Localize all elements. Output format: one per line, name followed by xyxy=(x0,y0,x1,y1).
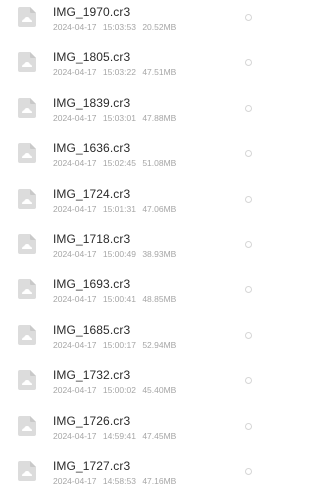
file-row[interactable]: IMG_1693.cr3 2024-04-17 15:00:41 48.85MB xyxy=(0,264,270,309)
file-date: 2024-04-17 xyxy=(53,158,97,169)
image-file-icon xyxy=(17,369,37,391)
file-date: 2024-04-17 xyxy=(53,475,97,486)
image-file-icon xyxy=(17,324,37,346)
file-time: 15:03:01 xyxy=(102,112,136,123)
file-name: IMG_1970.cr3 xyxy=(53,5,131,19)
file-name: IMG_1726.cr3 xyxy=(53,413,131,428)
file-row[interactable]: IMG_1727.cr3 2024-04-17 14:58:53 47.16MB xyxy=(0,446,270,491)
file-time: 15:02:45 xyxy=(102,158,136,169)
image-file-icon xyxy=(17,51,37,73)
file-size: 20.52MB xyxy=(142,22,177,32)
file-name: IMG_1724.cr3 xyxy=(53,186,131,201)
image-file-icon xyxy=(17,142,37,164)
file-meta: 2024-04-17 15:03:01 47.88MB xyxy=(53,113,176,123)
file-date: 2024-04-17 xyxy=(53,294,97,305)
file-name: IMG_1636.cr3 xyxy=(53,141,131,156)
file-row[interactable]: IMG_1732.cr3 2024-04-17 15:00:02 45.40MB xyxy=(0,355,270,400)
file-name: IMG_1732.cr3 xyxy=(53,368,131,383)
file-size: 47.51MB xyxy=(142,67,177,78)
file-name: IMG_1718.cr3 xyxy=(53,231,131,246)
file-name: IMG_1839.cr3 xyxy=(53,95,131,110)
file-date: 2024-04-17 xyxy=(53,22,97,32)
file-size: 47.88MB xyxy=(142,112,177,123)
select-checkbox[interactable] xyxy=(245,422,252,430)
file-row[interactable]: IMG_1718.cr3 2024-04-17 15:00:49 38.93MB xyxy=(0,219,270,264)
select-checkbox[interactable] xyxy=(245,467,252,475)
file-meta: 2024-04-17 15:00:41 48.85MB xyxy=(53,294,176,304)
file-row[interactable]: IMG_1636.cr3 2024-04-17 15:02:45 51.08MB xyxy=(0,128,270,173)
file-row[interactable]: IMG_1726.cr3 2024-04-17 14:59:41 47.45MB xyxy=(0,401,270,446)
file-date: 2024-04-17 xyxy=(53,203,97,214)
file-time: 15:00:41 xyxy=(102,294,136,305)
image-file-icon xyxy=(17,6,37,28)
select-checkbox[interactable] xyxy=(245,14,252,21)
file-row[interactable]: IMG_1805.cr3 2024-04-17 15:03:22 47.51MB xyxy=(0,37,270,82)
file-meta: 2024-04-17 15:01:31 47.06MB xyxy=(53,204,176,214)
file-meta: 2024-04-17 15:03:53 20.52MB xyxy=(53,22,176,32)
file-name: IMG_1805.cr3 xyxy=(53,50,131,65)
file-meta: 2024-04-17 15:00:02 45.40MB xyxy=(53,385,176,395)
file-meta: 2024-04-17 15:00:17 52.94MB xyxy=(53,340,176,350)
file-time: 15:00:49 xyxy=(102,248,136,259)
file-size: 52.94MB xyxy=(142,339,177,350)
select-checkbox[interactable] xyxy=(245,240,252,248)
image-file-icon xyxy=(17,188,37,210)
file-meta: 2024-04-17 15:02:45 51.08MB xyxy=(53,158,176,168)
file-row[interactable]: IMG_1970.cr3 2024-04-17 15:03:53 20.52MB xyxy=(0,0,270,37)
file-size: 47.45MB xyxy=(142,430,177,441)
file-date: 2024-04-17 xyxy=(53,248,97,259)
file-name: IMG_1685.cr3 xyxy=(53,322,131,337)
image-file-icon xyxy=(17,415,37,437)
file-meta: 2024-04-17 14:58:53 47.16MB xyxy=(53,476,176,486)
file-meta: 2024-04-17 15:00:49 38.93MB xyxy=(53,249,176,259)
file-meta: 2024-04-17 14:59:41 47.45MB xyxy=(53,431,176,441)
file-size: 51.08MB xyxy=(142,158,177,169)
file-row[interactable]: IMG_1839.cr3 2024-04-17 15:03:01 47.88MB xyxy=(0,83,270,128)
file-time: 15:00:02 xyxy=(102,385,136,396)
file-list: IMG_1970.cr3 2024-04-17 15:03:53 20.52MB… xyxy=(0,0,270,500)
select-checkbox[interactable] xyxy=(245,150,252,158)
image-file-icon xyxy=(17,233,37,255)
file-time: 15:03:53 xyxy=(102,22,136,32)
file-time: 15:01:31 xyxy=(102,203,136,214)
image-file-icon xyxy=(17,460,37,482)
file-date: 2024-04-17 xyxy=(53,112,97,123)
file-row[interactable]: IMG_1724.cr3 2024-04-17 15:01:31 47.06MB xyxy=(0,174,270,219)
file-size: 47.16MB xyxy=(142,475,177,486)
file-time: 14:59:41 xyxy=(102,430,136,441)
image-file-icon xyxy=(17,278,37,300)
file-meta: 2024-04-17 15:03:22 47.51MB xyxy=(53,67,176,77)
file-date: 2024-04-17 xyxy=(53,67,97,78)
select-checkbox[interactable] xyxy=(245,104,252,112)
select-checkbox[interactable] xyxy=(245,59,252,67)
image-file-icon xyxy=(17,97,37,119)
file-date: 2024-04-17 xyxy=(53,385,97,396)
file-name: IMG_1727.cr3 xyxy=(53,458,131,473)
file-size: 47.06MB xyxy=(142,203,177,214)
file-time: 15:03:22 xyxy=(102,67,136,78)
file-size: 38.93MB xyxy=(142,248,177,259)
select-checkbox[interactable] xyxy=(245,195,252,203)
file-date: 2024-04-17 xyxy=(53,430,97,441)
select-checkbox[interactable] xyxy=(245,286,252,294)
file-time: 14:58:53 xyxy=(102,475,136,486)
file-size: 45.40MB xyxy=(142,385,177,396)
file-row[interactable]: IMG_1685.cr3 2024-04-17 15:00:17 52.94MB xyxy=(0,310,270,355)
file-date: 2024-04-17 xyxy=(53,339,97,350)
select-checkbox[interactable] xyxy=(245,377,252,385)
select-checkbox[interactable] xyxy=(245,331,252,339)
file-time: 15:00:17 xyxy=(102,339,136,350)
file-name: IMG_1693.cr3 xyxy=(53,277,131,292)
file-size: 48.85MB xyxy=(142,294,177,305)
